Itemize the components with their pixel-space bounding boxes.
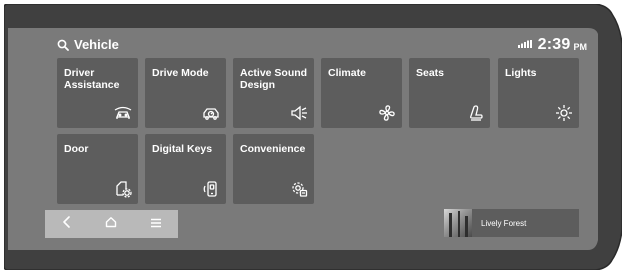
tile-door[interactable]: Door — [57, 134, 138, 204]
tile-label: Active Sound Design — [240, 67, 308, 91]
tile-label: Convenience — [240, 143, 306, 155]
drive-mode-icon — [202, 104, 220, 122]
tile-label: Climate — [328, 67, 366, 79]
active-sound-icon — [290, 104, 308, 122]
door-settings-icon — [114, 180, 132, 198]
tile-drive-mode[interactable]: Drive Mode — [145, 58, 226, 128]
bottom-nav-bar — [45, 210, 178, 238]
tile-driver-assistance[interactable]: Driver Assistance — [57, 58, 138, 128]
tile-label: Drive Mode — [152, 67, 209, 79]
tile-label: Door — [64, 143, 89, 155]
seat-icon — [466, 104, 484, 122]
menu-button[interactable] — [141, 212, 171, 236]
vehicle-search[interactable]: Vehicle — [57, 37, 119, 52]
home-button[interactable] — [96, 212, 126, 236]
search-icon — [57, 39, 69, 51]
search-label: Vehicle — [74, 37, 119, 52]
tile-label: Digital Keys — [152, 143, 213, 155]
back-button[interactable] — [52, 212, 82, 236]
tile-label: Seats — [416, 67, 445, 79]
album-art — [444, 209, 472, 237]
driver-assistance-icon — [114, 104, 132, 122]
clock-ampm: PM — [573, 42, 588, 52]
signal-icon — [517, 35, 532, 53]
tile-seats[interactable]: Seats — [409, 58, 490, 128]
tile-label: Driver Assistance — [64, 67, 120, 91]
tile-climate[interactable]: Climate — [321, 58, 402, 128]
fan-icon — [378, 104, 396, 122]
clock-time: 2:39 — [537, 36, 571, 53]
status-bar: 2:39 PM — [517, 35, 588, 54]
tile-convenience[interactable]: Convenience — [233, 134, 314, 204]
vehicle-screen: Vehicle 2:39 PM Driver Assistance Drive … — [0, 0, 628, 274]
menu-icon — [150, 215, 162, 233]
tile-lights[interactable]: Lights — [498, 58, 579, 128]
now-playing-widget[interactable]: Lively Forest — [444, 209, 579, 237]
track-title: Lively Forest — [481, 218, 527, 228]
digital-key-icon — [202, 180, 220, 198]
home-icon — [105, 215, 117, 233]
tile-active-sound-design[interactable]: Active Sound Design — [233, 58, 314, 128]
chevron-left-icon — [62, 215, 72, 233]
convenience-gear-icon — [290, 180, 308, 198]
tile-digital-keys[interactable]: Digital Keys — [145, 134, 226, 204]
tile-label: Lights — [505, 67, 537, 79]
light-icon — [555, 104, 573, 122]
